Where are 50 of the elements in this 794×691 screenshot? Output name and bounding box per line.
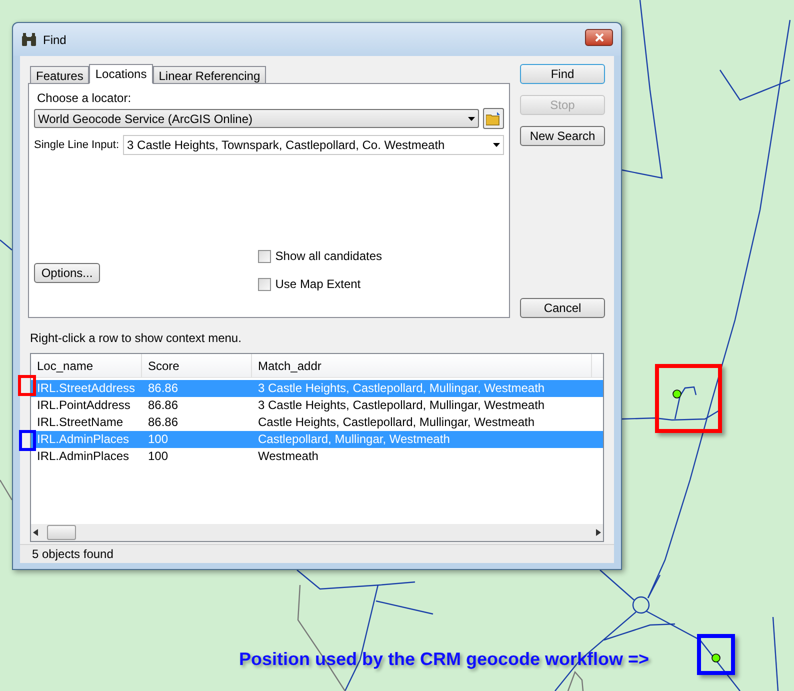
table-cell-text: Castle Heights, Castlepollard, Mullingar, Westmeath (257, 414, 536, 431)
scroll-left-icon (33, 529, 38, 536)
caret-icon (468, 116, 475, 120)
hint-text: Right-click a row to show context menu. (30, 330, 242, 347)
window-title: Find (43, 32, 68, 48)
dialog-button[interactable]: New Search (520, 126, 605, 146)
binoculars-icon (21, 32, 37, 46)
checkbox-label: Use Map Extent (275, 276, 361, 293)
tab[interactable]: Features (30, 66, 90, 83)
table-cell-text: IRL.AdminPlaces (36, 431, 130, 448)
table-cell-text: 86.86 (147, 414, 180, 431)
table-cell-text: 100 (147, 431, 170, 448)
locator-dropdown[interactable]: World Geocode Service (ArcGIS Online) (34, 109, 479, 128)
table-cell-text: IRL.AdminPlaces (36, 448, 130, 465)
column-header[interactable]: Score (142, 354, 252, 377)
cancel-button[interactable]: Cancel (520, 298, 605, 318)
table-row[interactable]: IRL.AdminPlaces 100 Westmeath (31, 448, 603, 465)
close-icon (594, 33, 604, 42)
horizontal-scrollbar[interactable] (31, 524, 603, 541)
dialog-button[interactable]: Find (520, 64, 605, 84)
field-label: Single Line Input: (34, 138, 120, 153)
table-cell-text: 86.86 (147, 397, 180, 414)
status-text: 5 objects found (32, 546, 114, 563)
table-cell-text: IRL.StreetAddress (36, 380, 136, 397)
address-combobox[interactable]: 3 Castle Heights, Townspark, Castlepollard, Co. Westmeath (123, 135, 504, 155)
table-row[interactable]: IRL.StreetName 86.86 Castle Heights, Castlepollard, Mullingar, Westmeath (31, 414, 603, 431)
table-cell-text: 100 (147, 448, 170, 465)
column-header[interactable]: Loc_name (31, 354, 142, 377)
checkbox[interactable] (258, 250, 272, 262)
table-cell-text: Westmeath (257, 448, 320, 465)
field-label: Choose a locator: (37, 90, 132, 107)
caret-icon (493, 143, 500, 147)
checkbox[interactable] (258, 278, 272, 290)
checkbox-label: Show all candidates (275, 248, 382, 265)
scroll-thumb[interactable] (47, 525, 76, 540)
table-cell-text: 3 Castle Heights, Castlepollard, Mullingar, Westmeath (257, 380, 546, 397)
scroll-right-icon (596, 529, 601, 536)
table-cell-text: IRL.StreetName (36, 414, 124, 431)
table-row[interactable]: IRL.PointAddress 86.86 3 Castle Heights, Castlepollard, Mullingar, Westmeath (31, 397, 603, 414)
tab[interactable]: Linear Referencing (152, 66, 266, 83)
table-cell-text: 3 Castle Heights, Castlepollard, Mullingar, Westmeath (257, 397, 546, 414)
table-cell-text: Castlepollard, Mullingar, Westmeath (257, 431, 451, 448)
browse-button[interactable] (483, 108, 504, 129)
table-cell-text: IRL.PointAddress (36, 397, 132, 414)
close-button[interactable] (585, 29, 613, 46)
column-header[interactable]: Match_addr (252, 354, 592, 377)
options-button[interactable]: Options... (34, 263, 100, 283)
tab[interactable]: Locations (89, 64, 153, 84)
table-cell-text: 86.86 (147, 380, 180, 397)
folder-icon (486, 112, 502, 126)
